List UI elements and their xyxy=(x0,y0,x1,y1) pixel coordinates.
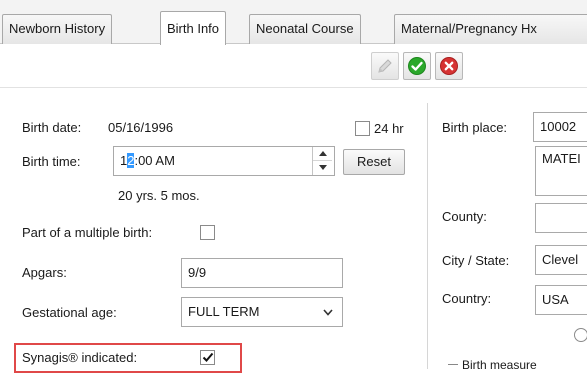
24-hr-label: 24 hr xyxy=(374,121,404,136)
red-x-icon xyxy=(440,57,458,75)
country-label: Country: xyxy=(442,291,492,306)
birth-date-label: Birth date: xyxy=(22,120,82,135)
tab-birth-info[interactable]: Birth Info xyxy=(160,11,227,45)
synagis-label: Synagis® indicated: xyxy=(22,350,138,365)
checkmark-icon xyxy=(202,352,213,362)
tab-newborn-history[interactable]: Newborn History xyxy=(2,14,113,44)
gestational-age-label: Gestational age: xyxy=(22,305,117,320)
country-field[interactable]: USA xyxy=(535,285,587,315)
apgars-label: Apgars: xyxy=(22,265,67,280)
birth-place-code-field[interactable]: 10002 xyxy=(533,112,587,142)
birth-place-name: MATEI xyxy=(542,151,581,166)
groupbox-line xyxy=(448,364,458,365)
birth-place-name-field[interactable]: MATEI xyxy=(535,146,587,196)
county-field[interactable] xyxy=(535,203,587,233)
county-label: County: xyxy=(442,209,487,224)
birth-time-label: Birth time: xyxy=(22,154,81,169)
reset-label: Reset xyxy=(357,154,391,169)
gestational-age-select[interactable]: FULL TERM xyxy=(181,297,343,327)
gestational-age-value: FULL TERM xyxy=(188,304,260,319)
tab-label: Maternal/Pregnancy Hx xyxy=(401,21,537,36)
spin-down-icon[interactable] xyxy=(313,161,332,174)
green-check-icon xyxy=(408,57,426,75)
apgars-value: 9/9 xyxy=(188,265,207,280)
tab-label: Neonatal Course xyxy=(256,21,354,36)
24-hr-checkbox[interactable] xyxy=(355,121,370,136)
multiple-birth-label: Part of a multiple birth: xyxy=(22,225,153,240)
column-divider xyxy=(427,103,428,369)
birth-date-value: 05/16/1996 xyxy=(108,120,174,135)
cancel-button[interactable] xyxy=(435,52,463,80)
city-state-value: Clevel xyxy=(542,252,579,267)
city-state-label: City / State: xyxy=(442,253,510,268)
age-text: 20 yrs. 5 mos. xyxy=(118,188,200,203)
chevron-down-icon xyxy=(323,309,333,316)
confirm-button[interactable] xyxy=(403,52,431,80)
birth-place-code: 10002 xyxy=(540,119,577,134)
tab-label: Birth Info xyxy=(167,21,220,36)
radio-button[interactable] xyxy=(574,328,587,342)
multiple-birth-checkbox[interactable] xyxy=(200,225,215,240)
birth-time-rest: :00 AM xyxy=(134,153,175,168)
spin-up-icon[interactable] xyxy=(313,147,332,161)
tab-strip: Newborn History Birth Info Neonatal Cour… xyxy=(0,0,587,45)
apgars-field[interactable]: 9/9 xyxy=(181,258,343,288)
reset-button[interactable]: Reset xyxy=(343,149,405,175)
birth-time-spinner[interactable] xyxy=(312,147,332,175)
edit-button[interactable] xyxy=(371,52,399,80)
birth-time-field[interactable]: 12:00 AM xyxy=(113,146,335,176)
tab-maternal-pregnancy-hx[interactable]: Maternal/Pregnancy Hx xyxy=(394,14,587,44)
city-state-field[interactable]: Clevel xyxy=(535,245,587,275)
tab-label: Newborn History xyxy=(9,21,106,36)
pencil-icon xyxy=(378,59,392,73)
synagis-checkbox[interactable] xyxy=(200,350,215,365)
country-value: USA xyxy=(542,292,569,307)
birth-place-label: Birth place: xyxy=(442,120,508,135)
toolbar-separator xyxy=(0,87,587,88)
birth-measures-label: Birth measure xyxy=(462,358,537,372)
tab-neonatal-course[interactable]: Neonatal Course xyxy=(249,14,361,44)
